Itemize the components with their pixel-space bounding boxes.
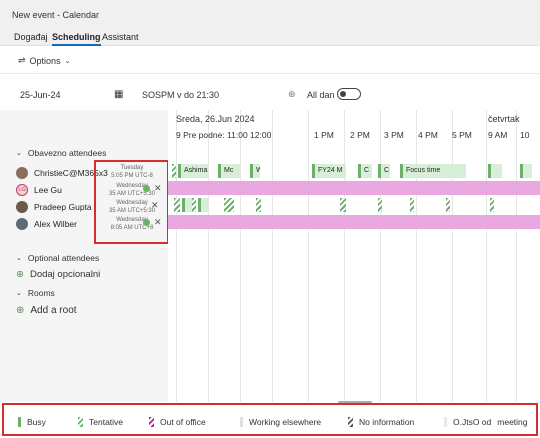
busy-swatch-icon [18, 417, 21, 427]
start-date-field[interactable]: 25-Jun-24 [20, 90, 61, 100]
out-of-office-swatch-icon [149, 417, 154, 427]
legend-busy: Busy [18, 417, 46, 427]
grid-time: 3 PM [384, 130, 404, 140]
menu-bar: Događaj Scheduling Assistant [0, 28, 540, 46]
tentative-block [224, 198, 234, 212]
scheduling-grid[interactable]: Sreda, 26.Jun 2024 četvrtak 9 Pre podne:… [168, 110, 540, 402]
tentative-block [446, 198, 450, 212]
legend-working-elsewhere: Working elsewhere [240, 417, 321, 427]
attendee-name: Pradeep Gupta [34, 201, 92, 212]
chevron-down-icon: ⌄ [16, 255, 22, 262]
date-time-bar: 25-Jun-24 ▦ SOSPM v do 21:30 ⊛ All dan [0, 84, 540, 104]
legend-meeting-label: meeting [497, 417, 528, 427]
window-title: New event - Calendar [12, 10, 100, 20]
add-room-label: Add a root [30, 305, 77, 316]
attendee-row[interactable]: LG Lee Gu [16, 181, 62, 198]
legend-no-info-label: No information [359, 417, 415, 427]
grid-time-first: 9 Pre podne: 11:00 12:00 [176, 130, 272, 140]
busy-event[interactable] [198, 198, 208, 212]
chevron-down-icon: ⌄ [16, 290, 22, 297]
timezone-icon[interactable]: ⊛ [288, 89, 296, 100]
options-label: Options [29, 55, 61, 66]
allday-label: All dan [307, 90, 335, 100]
grid-time: 10 [520, 130, 530, 140]
attendee-row[interactable]: Pradeep Gupta [16, 198, 92, 215]
no-information-swatch-icon [348, 417, 353, 427]
add-optional-button[interactable]: ⊕ Dodaj opcionalni [16, 269, 100, 280]
allday-toggle[interactable] [337, 88, 361, 100]
busy-event[interactable] [520, 164, 532, 178]
chevron-down-icon: ⌄ [64, 57, 71, 65]
attendee-row[interactable]: Alex Wilber [16, 215, 77, 232]
title-bar: New event - Calendar [0, 0, 540, 28]
busy-event[interactable]: C [358, 164, 372, 178]
tentative-swatch-icon [78, 417, 83, 427]
required-attendees-header[interactable]: ⌄ Obavezno attendees [16, 148, 106, 158]
add-room-button[interactable]: ⊕ Add a root [16, 305, 77, 316]
grid-time: 9 AM [488, 130, 508, 140]
legend-out-of-office: Out of office [149, 417, 206, 427]
attendee-name: Lee Gu [34, 184, 62, 195]
legend-ooo-label: Out of office [160, 417, 206, 427]
grid-time: 4 PM [418, 130, 438, 140]
out-of-office-block [168, 181, 540, 195]
tentative-block [172, 164, 176, 178]
tentative-block [256, 198, 261, 212]
add-optional-label: Dodaj opcionalni [29, 269, 101, 280]
add-icon: ⊕ [16, 305, 25, 316]
busy-event[interactable]: W [250, 164, 260, 178]
working-elsewhere-swatch-icon [240, 417, 243, 427]
options-button[interactable]: ⇌ Options ⌄ [18, 55, 70, 66]
tentative-block [378, 198, 382, 212]
legend-tentative: Tentative [78, 417, 123, 427]
required-attendees-label: Obavezno attendees [27, 148, 107, 158]
tentative-block [340, 198, 346, 212]
chevron-down-icon: ⌄ [16, 150, 22, 157]
legend-outside-label: O.JtsO od [453, 417, 492, 427]
tab-scheduling[interactable]: Scheduling [52, 32, 101, 46]
grid-time: 5 PM [452, 130, 472, 140]
busy-event[interactable]: Ashima [178, 164, 208, 178]
rooms-header[interactable]: ⌄ Rooms [16, 288, 55, 298]
attendee-name: Alex Wilber [34, 218, 77, 229]
grid-date-2: četvrtak [488, 114, 520, 124]
busy-event[interactable]: C [378, 164, 390, 178]
tab-event[interactable]: Događaj [14, 32, 48, 42]
legend-busy-label: Busy [27, 417, 46, 427]
busy-event[interactable] [182, 198, 192, 212]
avatar [16, 200, 28, 213]
outside-swatch-icon [444, 417, 447, 427]
busy-event[interactable]: Focus time [400, 164, 466, 178]
legend-working-elsewhere-label: Working elsewhere [249, 417, 322, 427]
grid-time: 1 PM [314, 130, 334, 140]
busy-event[interactable] [488, 164, 502, 178]
timezone-highlight [94, 160, 169, 244]
calendar-icon[interactable]: ▦ [114, 89, 123, 100]
tentative-block [410, 198, 414, 212]
grid-time: 2 PM [350, 130, 370, 140]
toolbar: ⇌ Options ⌄ [0, 48, 540, 74]
avatar [16, 166, 28, 179]
tentative-block [174, 198, 180, 212]
legend-no-information: No information [348, 417, 414, 427]
options-icon: ⇌ [18, 55, 26, 65]
rooms-label: Rooms [27, 288, 55, 298]
tentative-block [192, 198, 196, 212]
add-icon: ⊕ [16, 269, 24, 280]
grid-date-1: Sreda, 26.Jun 2024 [176, 114, 255, 124]
legend-tentative-label: Tentative [89, 417, 124, 427]
tab-assistant[interactable]: Assistant [102, 32, 139, 42]
tentative-block [490, 198, 494, 212]
out-of-office-block [168, 215, 540, 229]
busy-event[interactable]: Mc [218, 164, 240, 178]
time-range-field[interactable]: SOSPM v do 21:30 [142, 90, 219, 100]
optional-attendees-header[interactable]: ⌄ Optional attendees [16, 253, 99, 263]
avatar: LG [16, 183, 28, 196]
legend-outside: O.JtsO od meeting [444, 417, 528, 427]
busy-event[interactable]: FY24 M [312, 164, 346, 178]
optional-attendees-label: Optional attendees [27, 253, 100, 263]
avatar [16, 217, 28, 230]
legend: Busy Tentative Out of office Working els… [2, 403, 538, 436]
